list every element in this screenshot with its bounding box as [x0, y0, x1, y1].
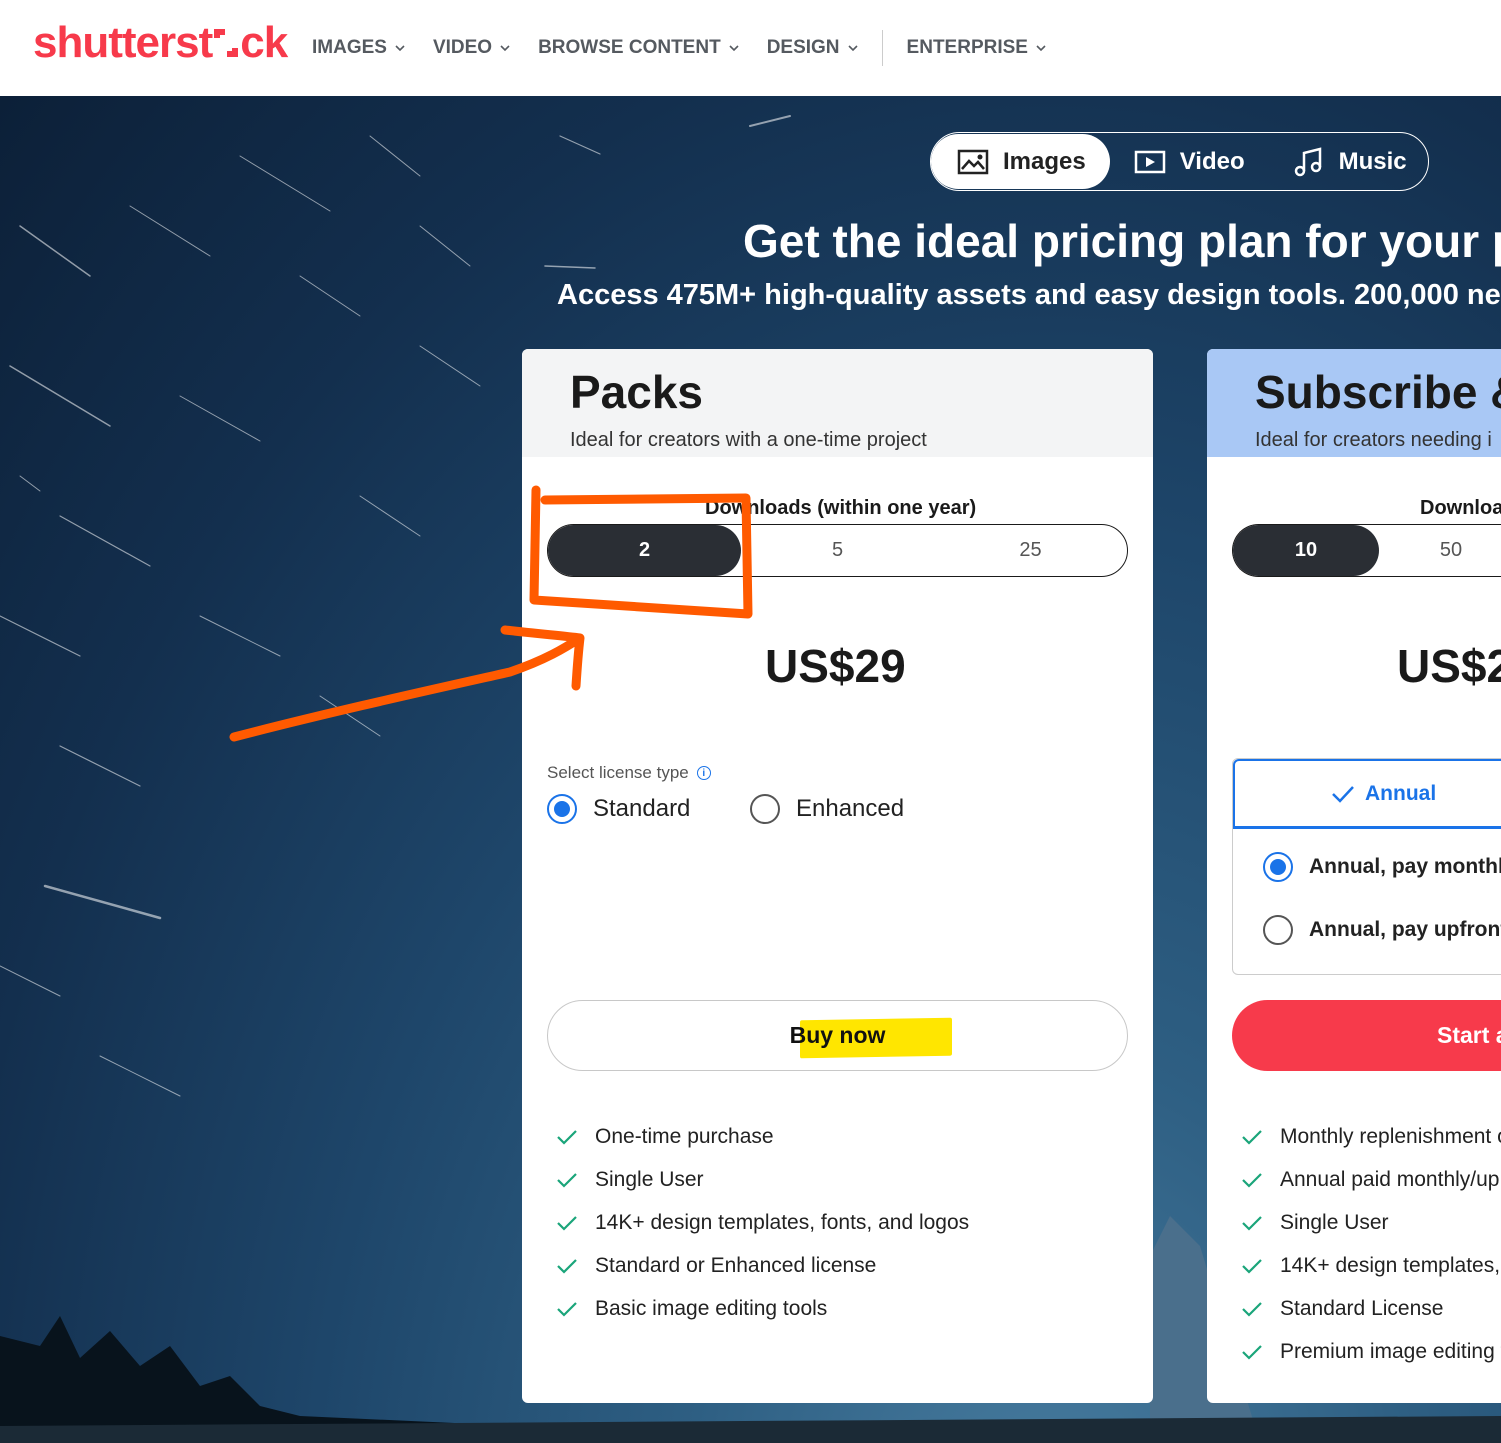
radio-enhanced[interactable]	[750, 794, 780, 824]
check-icon	[1242, 1215, 1262, 1231]
start-subscription-button[interactable]: Start a	[1232, 1000, 1501, 1071]
packs-price: US$29	[765, 640, 906, 692]
check-icon	[1242, 1258, 1262, 1274]
downloads-option-25[interactable]: 25	[934, 525, 1127, 576]
radio-annual-upfront[interactable]	[1263, 915, 1293, 945]
downloads-option-10[interactable]: 10	[1233, 525, 1379, 576]
billing-options-box: Annual Annual, pay monthly Annual, pay u…	[1232, 758, 1501, 975]
check-icon	[557, 1215, 577, 1231]
billing-annual-monthly-option[interactable]: Annual, pay monthly	[1263, 852, 1501, 882]
nav-divider	[881, 30, 883, 66]
list-item: Premium image editing t	[1241, 1330, 1501, 1373]
packs-plan-card: Packs Ideal for creators with a one-time…	[522, 349, 1153, 1403]
top-navigation-bar: shutterst ck IMAGES VIDEO BROWSE CONTENT …	[0, 0, 1501, 96]
shutterstock-logo[interactable]: shutterst ck	[33, 18, 288, 68]
check-icon	[1242, 1301, 1262, 1317]
check-icon	[1242, 1172, 1262, 1188]
tab-video[interactable]: Video	[1110, 134, 1269, 189]
downloads-selector: 2 5 25	[547, 524, 1128, 577]
check-icon	[1242, 1344, 1262, 1360]
tab-music[interactable]: Music	[1269, 134, 1431, 189]
license-enhanced-option[interactable]: Enhanced	[750, 794, 904, 824]
image-icon	[957, 149, 989, 174]
list-item: One-time purchase	[556, 1115, 969, 1158]
tab-images[interactable]: Images	[931, 134, 1110, 189]
billing-tab-annual[interactable]: Annual	[1233, 759, 1501, 829]
license-type-label: Select license type i	[547, 763, 711, 783]
logo-o-glyph	[214, 29, 239, 57]
pricing-hero: Images Video Music Get the ideal pricing…	[0, 96, 1501, 1443]
subscribe-description: Ideal for creators needing i	[1255, 429, 1492, 451]
list-item: Monthly replenishment o	[1241, 1115, 1501, 1158]
checkmark-icon	[1332, 785, 1354, 803]
downloads-option-5[interactable]: 5	[741, 525, 934, 576]
nav-design[interactable]: DESIGN	[767, 33, 858, 63]
subscribe-card-header: Subscribe & Ideal for creators needing i	[1207, 349, 1501, 457]
list-item: Single User	[556, 1158, 969, 1201]
radio-annual-monthly[interactable]	[1263, 852, 1293, 882]
video-icon	[1134, 150, 1165, 173]
subscribe-downloads-selector: 10 50	[1232, 524, 1501, 577]
chevron-down-icon	[395, 45, 405, 52]
list-item: Standard or Enhanced license	[556, 1244, 969, 1287]
packs-card-header: Packs Ideal for creators with a one-time…	[522, 349, 1153, 457]
downloads-label: Downloads (within one year)	[705, 497, 977, 519]
check-icon	[557, 1129, 577, 1145]
subscribe-downloads-label: Downloa	[1420, 497, 1501, 519]
radio-standard[interactable]	[547, 794, 577, 824]
list-item: 14K+ design templates, fonts, and logos	[556, 1201, 969, 1244]
main-nav: IMAGES VIDEO BROWSE CONTENT DESIGN ENTER…	[312, 30, 1074, 66]
check-icon	[557, 1301, 577, 1317]
chevron-down-icon	[1036, 45, 1046, 52]
list-item: Basic image editing tools	[556, 1287, 969, 1330]
list-item: 14K+ design templates,	[1241, 1244, 1501, 1287]
subscribe-features-list: Monthly replenishment o Annual paid mont…	[1241, 1115, 1501, 1373]
chevron-down-icon	[500, 45, 510, 52]
subscribe-price: US$2	[1397, 640, 1501, 692]
list-item: Single User	[1241, 1201, 1501, 1244]
buy-now-button[interactable]: Buy now	[547, 1000, 1128, 1071]
downloads-option-2[interactable]: 2	[548, 525, 741, 576]
page-subheadline: Access 475M+ high-quality assets and eas…	[557, 279, 1501, 311]
nav-images[interactable]: IMAGES	[312, 33, 405, 63]
chevron-down-icon	[729, 45, 739, 52]
check-icon	[557, 1172, 577, 1188]
packs-title: Packs	[570, 366, 704, 418]
downloads-option-50[interactable]: 50	[1379, 525, 1501, 576]
billing-annual-upfront-option[interactable]: Annual, pay upfront	[1263, 915, 1501, 945]
subscribe-title: Subscribe &	[1255, 366, 1501, 418]
chevron-down-icon	[847, 45, 858, 52]
packs-features-list: One-time purchase Single User 14K+ desig…	[556, 1115, 969, 1330]
license-standard-option[interactable]: Standard	[547, 794, 690, 824]
nav-video[interactable]: VIDEO	[433, 33, 510, 63]
packs-description: Ideal for creators with a one-time proje…	[570, 429, 927, 451]
music-note-icon	[1294, 146, 1321, 176]
nav-browse-content[interactable]: BROWSE CONTENT	[538, 33, 739, 63]
media-type-toggle: Images Video Music	[930, 132, 1429, 191]
page-headline: Get the ideal pricing plan for your pro	[743, 215, 1501, 267]
nav-enterprise[interactable]: ENTERPRISE	[907, 33, 1046, 63]
check-icon	[1242, 1129, 1262, 1145]
list-item: Standard License	[1241, 1287, 1501, 1330]
list-item: Annual paid monthly/up	[1241, 1158, 1501, 1201]
subscribe-plan-card: Subscribe & Ideal for creators needing i…	[1207, 349, 1501, 1403]
check-icon	[557, 1258, 577, 1274]
info-icon[interactable]: i	[696, 766, 711, 780]
